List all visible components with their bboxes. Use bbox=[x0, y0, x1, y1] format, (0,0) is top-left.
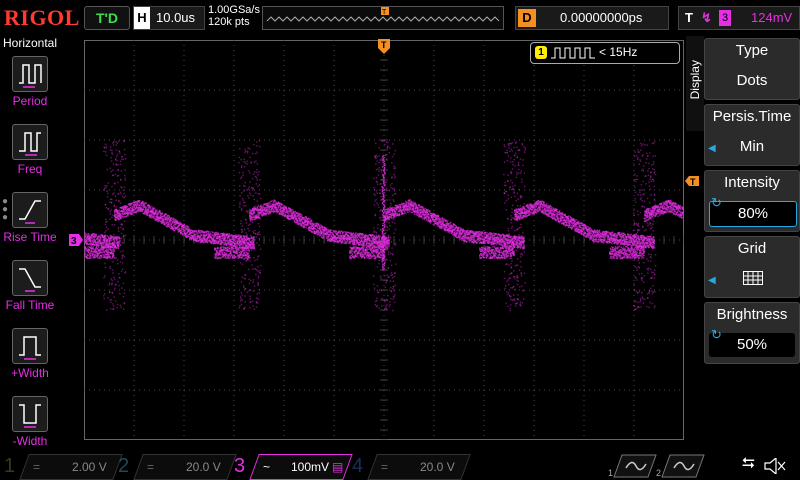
trigger-level: 124mV bbox=[751, 10, 793, 25]
channel-3-offset-marker[interactable]: 3 bbox=[68, 233, 84, 247]
type-value: Dots bbox=[736, 72, 768, 89]
delay-value: 0.00000000ps bbox=[560, 10, 643, 25]
rotate-knob-icon: ↻ bbox=[711, 195, 722, 210]
trigger-position-marker: T bbox=[378, 39, 390, 54]
full-grid-icon bbox=[743, 271, 763, 285]
trigger-box[interactable]: T ↯ 3 124mV bbox=[678, 6, 800, 30]
speaker-muted-icon[interactable] bbox=[764, 458, 786, 474]
memory-depth: 120k pts bbox=[208, 16, 250, 28]
waveform-display[interactable] bbox=[84, 40, 684, 440]
negative-width-icon bbox=[12, 396, 48, 432]
rigol-logo: RIGOL bbox=[4, 5, 80, 30]
channel-4-scale: 20.0 V bbox=[420, 460, 455, 474]
type-title: Type bbox=[735, 42, 769, 59]
top-status-bar: RIGOL T'D H 10.0us 1.00GSa/s 120k pts T … bbox=[0, 0, 800, 34]
counter-value: < 15Hz bbox=[599, 45, 638, 59]
measure-period-button[interactable]: Period bbox=[0, 56, 60, 122]
negative-width-label: -Width bbox=[12, 434, 48, 448]
period-label: Period bbox=[12, 94, 48, 108]
horizontal-letter: H bbox=[134, 7, 150, 29]
brightness-button[interactable]: Brightness ↻ 50% bbox=[704, 302, 800, 364]
persistence-time-button[interactable]: Persis.Time ◀ Min bbox=[704, 104, 800, 166]
memory-overview-bar: T bbox=[262, 6, 504, 30]
frequency-icon bbox=[12, 124, 48, 160]
timebase-value: 10.0us bbox=[156, 10, 196, 25]
dc-coupling-icon: = bbox=[33, 460, 41, 474]
positive-width-icon bbox=[12, 328, 48, 364]
memory-waveform-icon: T bbox=[266, 7, 500, 22]
counter-channel-badge: 1 bbox=[535, 46, 547, 59]
intensity-value: 80% bbox=[709, 201, 797, 227]
channel-1-scale: 2.00 V bbox=[72, 460, 107, 474]
delay-box[interactable]: D 0.00000000ps bbox=[515, 6, 669, 30]
rise-time-label: Rise Time bbox=[3, 230, 57, 244]
dc-coupling-icon: = bbox=[147, 460, 155, 474]
square-wave-icon bbox=[551, 47, 595, 59]
svg-text:T: T bbox=[382, 9, 387, 16]
brightness-title: Brightness bbox=[716, 306, 788, 323]
grid-button[interactable]: Grid ◀ bbox=[704, 236, 800, 298]
channel-status-bar: 1 = 2.00 V 2 = 20.0 V 3 ~100mV ▤ 4 = 20.0 V … bbox=[0, 452, 800, 480]
horizontal-timebase-box[interactable]: H 10.0us bbox=[133, 6, 205, 30]
measure-positive-width-button[interactable]: +Width bbox=[0, 328, 60, 394]
bandwidth-limit-icon: ▤ bbox=[331, 460, 343, 474]
display-type-button[interactable]: Type Dots bbox=[704, 38, 800, 100]
sample-rate-readout: 1.00GSa/s 120k pts bbox=[208, 4, 260, 28]
more-items-indicator: ● ● ● bbox=[2, 196, 9, 223]
usb-icon: ⮀ bbox=[742, 455, 755, 472]
rising-edge-icon: ↯ bbox=[701, 10, 712, 25]
channel-3-scale: 100mV bbox=[290, 460, 329, 474]
positive-width-label: +Width bbox=[11, 366, 49, 380]
triangle-left-icon: ◀ bbox=[708, 275, 716, 286]
trigger-source: 3 bbox=[719, 10, 731, 26]
measure-rise-time-button[interactable]: ● ● ● Rise Time bbox=[0, 192, 60, 258]
menu-title: Horizontal bbox=[2, 36, 58, 50]
freq-label: Freq bbox=[17, 162, 43, 176]
display-menu-tab: Display bbox=[686, 36, 704, 131]
grid-title: Grid bbox=[737, 240, 767, 257]
period-icon bbox=[12, 56, 48, 92]
persistence-title: Persis.Time bbox=[712, 108, 792, 125]
channel-2-scale: 20.0 V bbox=[186, 460, 221, 474]
horizontal-measure-menu: Horizontal Period Freq ● ● ● Rise Time Fal… bbox=[0, 36, 60, 450]
rotate-knob-icon: ↻ bbox=[711, 327, 722, 342]
dc-coupling-icon: = bbox=[381, 460, 389, 474]
function-generator-icons[interactable]: 1 2 bbox=[606, 454, 706, 478]
trigger-status-badge: T'D bbox=[84, 6, 130, 30]
fall-time-icon bbox=[12, 260, 48, 296]
intensity-button[interactable]: Intensity ↻ 80% bbox=[704, 170, 800, 232]
persistence-value: Min bbox=[739, 138, 765, 155]
trigger-letter: T bbox=[685, 10, 693, 25]
intensity-title: Intensity bbox=[724, 174, 780, 191]
measure-fall-time-button[interactable]: Fall Time bbox=[0, 260, 60, 326]
rise-time-icon bbox=[12, 192, 48, 228]
ac-coupling-icon: ~ bbox=[263, 460, 271, 474]
frequency-counter: 1 < 15Hz bbox=[530, 42, 680, 64]
sample-rate: 1.00GSa/s bbox=[208, 4, 260, 16]
fall-time-label: Fall Time bbox=[5, 298, 55, 312]
delay-letter: D bbox=[518, 9, 536, 27]
display-menu-label: Display bbox=[688, 60, 702, 100]
display-menu: Display Type Dots Persis.Time ◀ Min Inte… bbox=[686, 36, 800, 450]
measure-freq-button[interactable]: Freq bbox=[0, 124, 60, 190]
